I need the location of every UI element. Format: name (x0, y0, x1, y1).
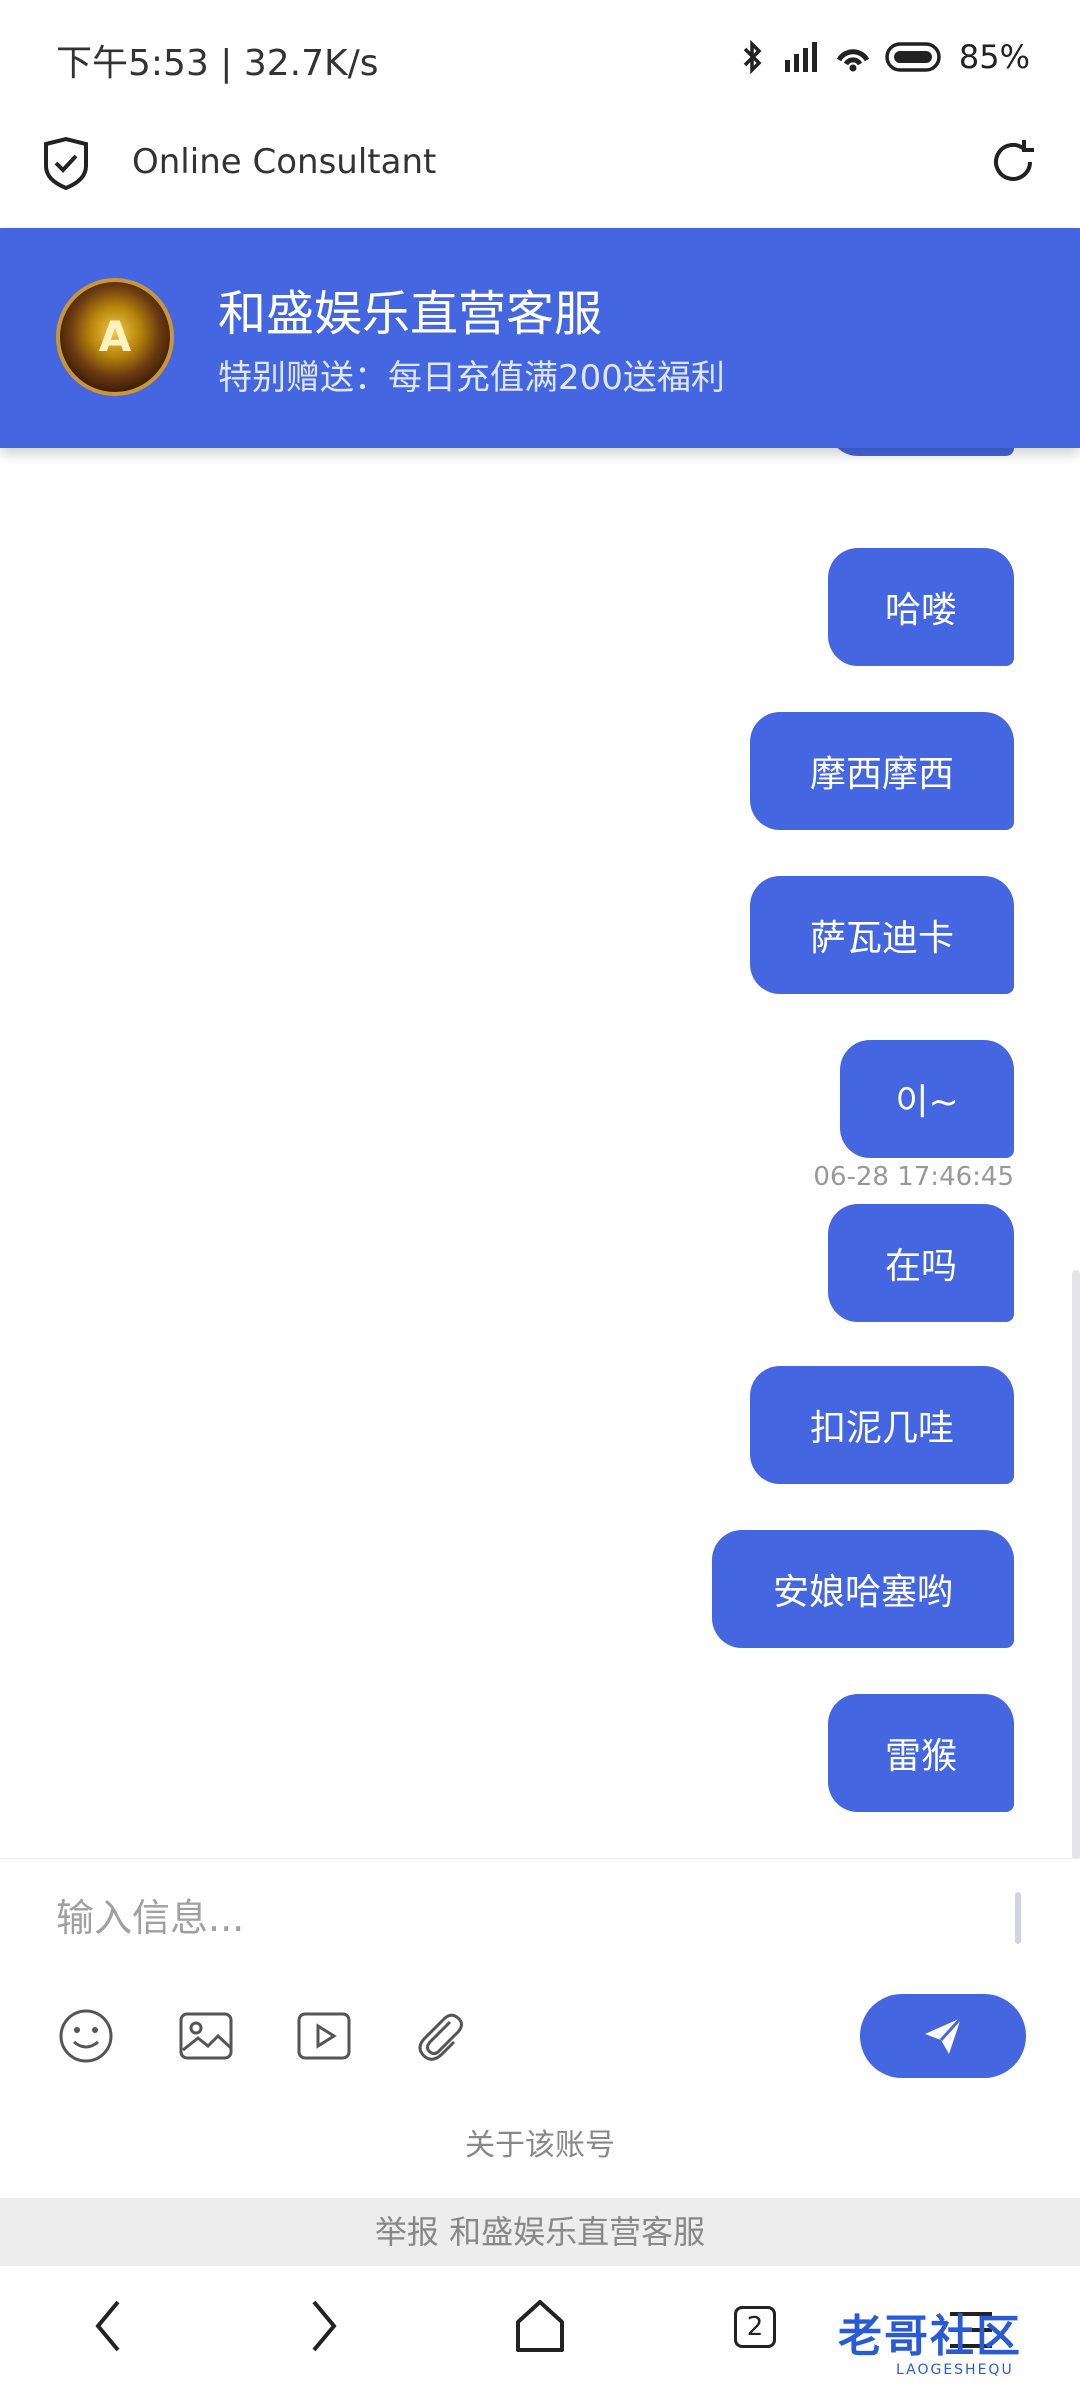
message-bubble: 安娘哈塞哟 (712, 1530, 1014, 1648)
chat-header: A 和盛娱乐直营客服 特别赠送：每日充值满200送福利 (0, 228, 1080, 448)
watermark-logo: 老哥社区 (838, 2311, 1022, 2362)
back-icon[interactable] (86, 2296, 130, 2356)
message-bubble: 哈喽 (828, 548, 1014, 666)
status-time-speed: 下午5:53 | 32.7K/s (56, 43, 379, 84)
chat-scrollbar[interactable] (1072, 1270, 1080, 1860)
tabs-count-button[interactable]: 2 (734, 2306, 776, 2348)
video-icon[interactable] (294, 2006, 354, 2066)
send-button[interactable] (860, 1994, 1026, 2078)
message-input[interactable] (54, 1882, 998, 1954)
message-bubble: 萨瓦迪卡 (750, 876, 1014, 994)
forward-icon[interactable] (302, 2296, 346, 2356)
attachment-icon[interactable] (410, 2006, 470, 2066)
wifi-icon (836, 49, 870, 72)
emoji-icon[interactable] (56, 2006, 116, 2066)
message-bubble: 雷猴 (828, 1694, 1014, 1812)
report-link[interactable]: 举报 和盛娱乐直营客服 (0, 2198, 1080, 2266)
image-icon[interactable] (176, 2006, 236, 2066)
shield-check-icon[interactable] (40, 136, 92, 192)
send-icon (925, 2016, 963, 2054)
chat-title: 和盛娱乐直营客服 (218, 286, 603, 342)
page-title: Online Consultant (132, 142, 437, 182)
chat-subtitle: 特别赠送：每日充值满200送福利 (218, 358, 725, 398)
message-bubble: 이~ (840, 1040, 1014, 1158)
chat-message-list[interactable]: 你好 哈喽 摩西摩西 萨瓦迪卡 이~ 06-28 17:46:45 在吗 扣泥几… (0, 448, 1080, 1858)
status-icons: 85% (739, 38, 1030, 76)
message-bubble: 摩西摩西 (750, 712, 1014, 830)
signal-icon (784, 42, 817, 72)
input-scroll-indicator (1015, 1892, 1021, 1944)
message-bubble: 你好 (828, 448, 1014, 456)
battery-icon (885, 42, 941, 72)
about-account-link[interactable]: 关于该账号 (0, 2120, 1080, 2164)
status-bar: 下午5:53 | 32.7K/s 85% (0, 0, 1080, 120)
bluetooth-icon (743, 39, 762, 75)
avatar: A (56, 278, 174, 396)
watermark-sub: LAOGESHEQU (896, 2362, 1014, 2378)
message-timestamp: 06-28 17:46:45 (813, 1162, 1014, 1192)
message-bubble: 扣泥几哇 (750, 1366, 1014, 1484)
message-bubble: 在吗 (828, 1204, 1014, 1322)
home-icon[interactable] (512, 2296, 568, 2356)
avatar-letter: A (98, 312, 132, 361)
battery-percent: 85% (958, 38, 1030, 76)
refresh-icon[interactable] (988, 136, 1040, 192)
